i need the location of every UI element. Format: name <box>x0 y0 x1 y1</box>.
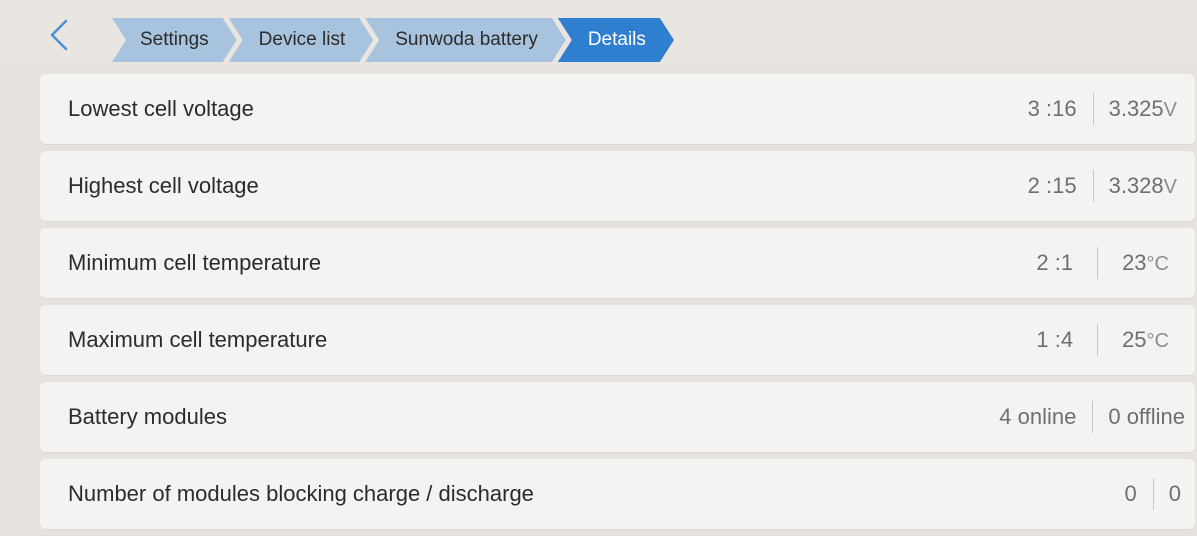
offline-value: 0 offline <box>1108 404 1185 429</box>
row-modules-blocking[interactable]: Number of modules blocking charge / disc… <box>40 459 1195 529</box>
cell-location: 2 :1 <box>1036 250 1074 275</box>
discharge-value: 0 <box>1168 481 1181 506</box>
cell-value: 3.328V <box>1094 173 1195 199</box>
unit: V <box>1163 176 1177 198</box>
row-maximum-cell-temperature[interactable]: Maximum cell temperature 1 :4 25°C <box>40 305 1195 375</box>
row-values: 1 :4 25°C <box>1036 305 1195 375</box>
row-label: Number of modules blocking charge / disc… <box>68 481 534 506</box>
row-values: 2 :1 23°C <box>1036 228 1195 298</box>
breadcrumb-device-list[interactable]: Device list <box>229 18 374 62</box>
row-label: Lowest cell voltage <box>68 96 254 121</box>
unit: V <box>1163 99 1177 121</box>
cell-location: 1 :4 <box>1036 327 1074 352</box>
row-label: Highest cell voltage <box>68 173 259 198</box>
breadcrumb-settings[interactable]: Settings <box>112 18 237 62</box>
temperature-value: 23 <box>1122 250 1147 275</box>
cell-value: 25°C <box>1098 327 1195 353</box>
cell-location: 3 :16 <box>1027 96 1077 121</box>
cell-location: 2 :15 <box>1027 173 1077 198</box>
row-label: Battery modules <box>68 404 227 429</box>
row-battery-modules[interactable]: Battery modules 4 online 0 offline <box>40 382 1195 452</box>
unit: °C <box>1146 253 1169 275</box>
row-values: 3 :16 3.325V <box>1028 74 1195 144</box>
top-bar: Settings Device list Sunwoda battery Det… <box>0 0 1197 64</box>
voltage-value: 3.328 <box>1108 173 1164 198</box>
row-values: 2 :15 3.328V <box>1028 151 1195 221</box>
row-minimum-cell-temperature[interactable]: Minimum cell temperature 2 :1 23°C <box>40 228 1195 298</box>
cell-value: 23°C <box>1098 250 1195 276</box>
row-values: 4 online 0 offline <box>999 382 1195 452</box>
cell-value: 3.325V <box>1094 96 1195 122</box>
modules-blocking-charge: 0 <box>1124 481 1137 506</box>
modules-offline: 0 offline <box>1093 404 1195 430</box>
modules-online: 4 online <box>999 404 1077 429</box>
details-list: Lowest cell voltage 3 :16 3.325V Highest… <box>40 74 1195 536</box>
temperature-value: 25 <box>1122 327 1147 352</box>
modules-blocking-discharge: 0 <box>1154 481 1195 507</box>
voltage-value: 3.325 <box>1108 96 1164 121</box>
row-label: Minimum cell temperature <box>68 250 322 275</box>
row-label: Maximum cell temperature <box>68 327 328 352</box>
breadcrumb-details[interactable]: Details <box>558 18 674 62</box>
back-icon[interactable] <box>44 18 74 52</box>
breadcrumb: Settings Device list Sunwoda battery Det… <box>112 18 666 62</box>
breadcrumb-sunwoda-battery[interactable]: Sunwoda battery <box>365 18 566 62</box>
row-lowest-cell-voltage[interactable]: Lowest cell voltage 3 :16 3.325V <box>40 74 1195 144</box>
row-values: 0 0 <box>1125 459 1196 529</box>
unit: °C <box>1146 330 1169 352</box>
row-highest-cell-voltage[interactable]: Highest cell voltage 2 :15 3.328V <box>40 151 1195 221</box>
